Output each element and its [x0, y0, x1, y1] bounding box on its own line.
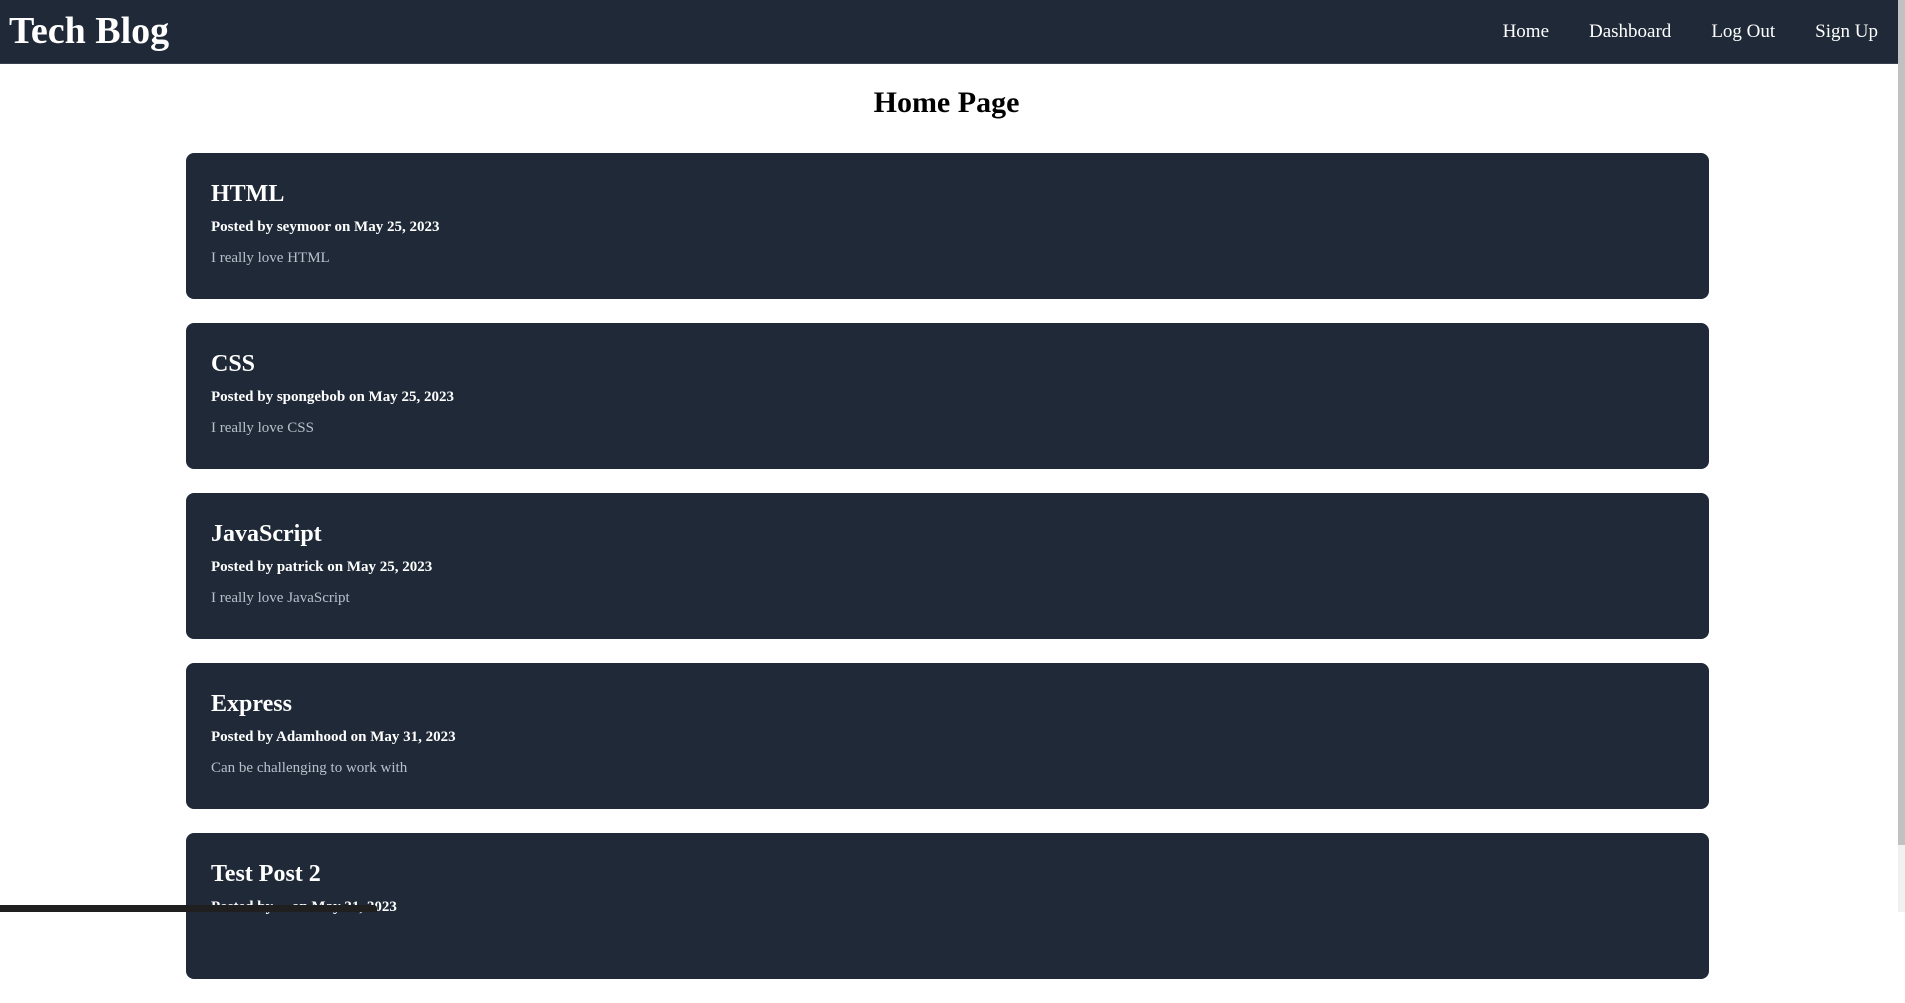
post-card-javascript[interactable]: JavaScript Posted by patrick on May 25, … — [186, 493, 1709, 639]
post-meta: Posted by spongebob on May 25, 2023 — [211, 388, 1684, 406]
post-meta: Posted by ... on May 31, 2023 — [211, 898, 1684, 916]
post-meta: Posted by seymoor on May 25, 2023 — [211, 218, 1684, 236]
post-title[interactable]: CSS — [211, 349, 1684, 379]
nav-link-home[interactable]: Home — [1503, 22, 1549, 41]
post-card-express[interactable]: Express Posted by Adamhood on May 31, 20… — [186, 663, 1709, 809]
post-meta: Posted by Adamhood on May 31, 2023 — [211, 728, 1684, 746]
browser-status-bar — [0, 905, 377, 912]
post-body: I really love HTML — [211, 249, 1684, 267]
post-title[interactable]: HTML — [211, 179, 1684, 209]
post-title[interactable]: Express — [211, 689, 1684, 719]
nav-link-dashboard[interactable]: Dashboard — [1589, 22, 1671, 41]
post-title[interactable]: Test Post 2 — [211, 859, 1684, 889]
page-title: Home Page — [0, 84, 1893, 122]
nav-links: Home Dashboard Log Out Sign Up — [1503, 22, 1890, 41]
post-title[interactable]: JavaScript — [211, 519, 1684, 549]
brand-logo-link[interactable]: Tech Blog — [9, 12, 169, 50]
nav-link-logout[interactable]: Log Out — [1711, 22, 1775, 41]
post-list: HTML Posted by seymoor on May 25, 2023 I… — [186, 153, 1709, 1003]
post-card-test-post-2[interactable]: Test Post 2 Posted by ... on May 31, 202… — [186, 833, 1709, 979]
post-card-html[interactable]: HTML Posted by seymoor on May 25, 2023 I… — [186, 153, 1709, 299]
page-scrollbar[interactable] — [1898, 0, 1905, 912]
post-body: I really love CSS — [211, 419, 1684, 437]
nav-link-signup[interactable]: Sign Up — [1815, 22, 1878, 41]
post-meta: Posted by patrick on May 25, 2023 — [211, 558, 1684, 576]
post-body: I really love JavaScript — [211, 589, 1684, 607]
scrollbar-thumb[interactable] — [1898, 0, 1905, 845]
top-navbar: Tech Blog Home Dashboard Log Out Sign Up — [0, 0, 1898, 64]
post-card-css[interactable]: CSS Posted by spongebob on May 25, 2023 … — [186, 323, 1709, 469]
post-body: Can be challenging to work with — [211, 759, 1684, 777]
